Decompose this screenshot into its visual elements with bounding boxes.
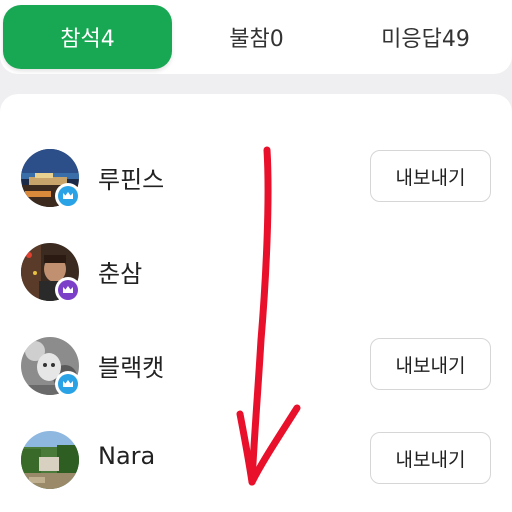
member-list: 루핀스 내보내기 춘삼 블랙캣 내보내기 Nara 내보내기	[0, 94, 512, 512]
export-button[interactable]: 내보내기	[370, 150, 491, 202]
tab-no-response-label: 미응답49	[381, 27, 470, 52]
tab-attending[interactable]: 참석4	[3, 5, 172, 69]
purple-crown-icon	[55, 277, 81, 303]
member-avatar[interactable]	[21, 149, 81, 209]
tab-not-attending[interactable]: 불참0	[172, 5, 341, 69]
member-row: 춘삼	[0, 225, 512, 319]
tab-attending-label: 참석4	[60, 27, 115, 52]
member-name: 춘삼	[98, 260, 143, 288]
export-button[interactable]: 내보내기	[370, 432, 491, 484]
member-name: 루핀스	[98, 166, 165, 194]
member-name: 블랙캣	[98, 354, 165, 382]
avatar	[21, 431, 79, 489]
tab-not-attending-label: 불참0	[229, 27, 284, 52]
tab-no-response[interactable]: 미응답49	[341, 5, 510, 69]
blue-crown-icon	[55, 183, 81, 209]
blue-crown-icon	[55, 371, 81, 397]
member-avatar[interactable]	[21, 431, 79, 489]
member-row: 블랙캣 내보내기	[0, 319, 512, 413]
export-button[interactable]: 내보내기	[370, 338, 491, 390]
member-avatar[interactable]	[21, 337, 81, 397]
member-row: Nara 내보내기	[0, 413, 512, 507]
member-avatar[interactable]	[21, 243, 81, 303]
member-row: 루핀스 내보내기	[0, 131, 512, 225]
member-name: Nara	[98, 442, 156, 470]
attendance-tab-bar: 참석4 불참0 미응답49	[0, 0, 512, 74]
avatar-image	[21, 431, 79, 489]
